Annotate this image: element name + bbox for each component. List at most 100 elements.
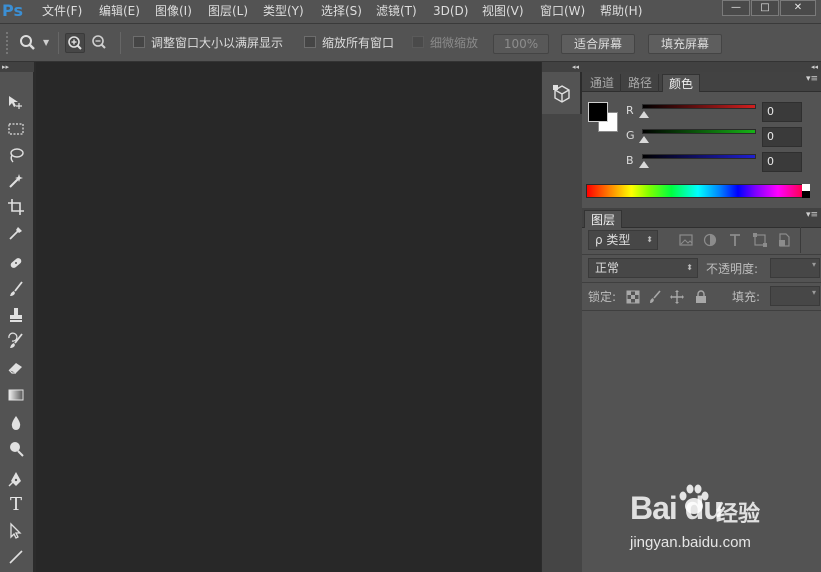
fit-screen-button[interactable]: 适合屏幕 bbox=[561, 34, 635, 54]
eraser-tool[interactable] bbox=[4, 356, 28, 378]
zoom-out-button[interactable] bbox=[90, 33, 110, 53]
zoom-all-windows-checkbox[interactable] bbox=[304, 36, 316, 48]
lock-transparency-icon[interactable] bbox=[626, 290, 640, 304]
adjustment-layer-filter-icon[interactable] bbox=[702, 232, 718, 248]
gradient-icon bbox=[8, 389, 24, 401]
brush-tool[interactable] bbox=[4, 278, 28, 300]
menu-help[interactable]: 帮助(H) bbox=[600, 0, 642, 22]
dock-empty-area bbox=[542, 114, 582, 572]
dodge-tool[interactable] bbox=[4, 438, 28, 460]
lasso-tool[interactable] bbox=[4, 144, 28, 166]
red-slider-thumb[interactable] bbox=[639, 111, 649, 118]
history-brush-icon bbox=[8, 332, 23, 348]
chevron-down-icon: ▾ bbox=[811, 288, 816, 297]
tab-channels[interactable]: 通道 bbox=[584, 74, 622, 92]
pen-tool[interactable] bbox=[4, 468, 28, 490]
tab-paths[interactable]: 路径 bbox=[622, 74, 660, 92]
green-value-input[interactable]: 0 bbox=[762, 127, 802, 147]
black-white-swatches[interactable] bbox=[802, 184, 810, 198]
tab-layers[interactable]: 图层 bbox=[584, 210, 623, 228]
opacity-input[interactable]: ▾ bbox=[770, 258, 820, 278]
move-tool[interactable] bbox=[4, 92, 28, 114]
divider bbox=[120, 32, 121, 54]
magic-wand-icon bbox=[9, 174, 23, 188]
resize-windows-label: 调整窗口大小以满屏显示 bbox=[151, 36, 284, 50]
lock-all-icon[interactable] bbox=[694, 290, 708, 304]
collapse-panels-button[interactable]: ◂◂ bbox=[582, 62, 821, 72]
type-layer-filter-icon[interactable] bbox=[727, 232, 743, 248]
line-tool[interactable] bbox=[4, 546, 28, 568]
scrubby-zoom-checkbox[interactable] bbox=[412, 36, 424, 48]
tool-preset-picker[interactable] bbox=[18, 33, 40, 53]
close-button[interactable]: ✕ bbox=[780, 0, 816, 16]
collapse-tools-button[interactable]: ▸▸ bbox=[0, 62, 34, 72]
panel-menu-icon[interactable]: ▾≡ bbox=[806, 210, 818, 220]
path-selection-tool[interactable] bbox=[4, 520, 28, 542]
lock-pixels-icon[interactable] bbox=[648, 290, 662, 304]
path-selection-icon bbox=[10, 522, 22, 539]
expand-dock-button[interactable]: ◂◂ bbox=[542, 62, 582, 72]
menu-window[interactable]: 窗口(W) bbox=[540, 0, 585, 22]
maximize-button[interactable]: □ bbox=[751, 0, 779, 16]
divider bbox=[582, 254, 821, 255]
menu-image[interactable]: 图像(I) bbox=[155, 0, 192, 22]
red-value-input[interactable]: 0 bbox=[762, 102, 802, 122]
options-grip bbox=[6, 32, 14, 54]
panel-menu-icon[interactable]: ▾≡ bbox=[806, 74, 818, 84]
blue-value-input[interactable]: 0 bbox=[762, 152, 802, 172]
pixel-layer-filter-icon[interactable] bbox=[678, 232, 694, 248]
tab-color[interactable]: 颜色 bbox=[662, 74, 701, 92]
blue-slider-track[interactable] bbox=[642, 154, 756, 159]
gradient-tool[interactable] bbox=[4, 384, 28, 406]
menu-bar: Ps 文件(F) 编辑(E) 图像(I) 图层(L) 类型(Y) 选择(S) 滤… bbox=[0, 0, 821, 24]
zoom-in-button[interactable] bbox=[65, 33, 85, 53]
fill-input[interactable]: ▾ bbox=[770, 286, 820, 306]
pen-icon bbox=[8, 472, 21, 487]
color-spectrum-ramp[interactable] bbox=[586, 184, 810, 198]
magic-wand-tool[interactable] bbox=[4, 170, 28, 192]
menu-layer[interactable]: 图层(L) bbox=[208, 0, 248, 22]
blur-tool[interactable] bbox=[4, 412, 28, 434]
green-slider-track[interactable] bbox=[642, 129, 756, 134]
blur-icon bbox=[11, 416, 21, 430]
menu-edit[interactable]: 编辑(E) bbox=[99, 0, 140, 22]
blue-slider-thumb[interactable] bbox=[639, 161, 649, 168]
menu-3d[interactable]: 3D(D) bbox=[433, 0, 468, 22]
zoom-out-icon bbox=[92, 35, 106, 49]
red-slider-track[interactable] bbox=[642, 104, 756, 109]
menu-select[interactable]: 选择(S) bbox=[321, 0, 362, 22]
shape-layer-filter-icon[interactable] bbox=[752, 232, 768, 248]
menu-view[interactable]: 视图(V) bbox=[482, 0, 524, 22]
foreground-color-swatch[interactable] bbox=[588, 102, 608, 122]
eyedropper-icon bbox=[9, 227, 22, 240]
chevron-down-icon: ▾ bbox=[811, 260, 816, 269]
collapsed-panel-dock: ◂◂ bbox=[541, 62, 582, 572]
right-panels: ◂◂ 通道 路径 颜色 ▾≡ R 0 G 0 B 0 图层 ▾≡ ρ 类型 ⬍ … bbox=[582, 62, 821, 572]
history-brush-tool[interactable] bbox=[4, 330, 28, 352]
history-panel-button[interactable] bbox=[552, 84, 572, 104]
minimize-button[interactable]: — bbox=[722, 0, 750, 16]
actual-pixels-button[interactable]: 100% bbox=[493, 34, 549, 54]
clone-stamp-tool[interactable] bbox=[4, 304, 28, 326]
menu-file[interactable]: 文件(F) bbox=[42, 0, 82, 22]
crop-tool[interactable] bbox=[4, 196, 28, 218]
blend-mode-select[interactable]: 正常 ⬍ bbox=[588, 258, 698, 278]
type-tool[interactable]: T bbox=[4, 494, 28, 516]
marquee-tool[interactable] bbox=[4, 118, 28, 140]
resize-windows-checkbox[interactable] bbox=[133, 36, 145, 48]
layer-filter-kind-select[interactable]: ρ 类型 ⬍ bbox=[588, 230, 658, 250]
menu-filter[interactable]: 滤镜(T) bbox=[376, 0, 417, 22]
healing-brush-tool[interactable] bbox=[4, 252, 28, 274]
smart-object-filter-icon[interactable] bbox=[776, 232, 792, 248]
menu-type[interactable]: 类型(Y) bbox=[263, 0, 304, 22]
document-canvas-area[interactable] bbox=[36, 62, 541, 572]
eyedropper-tool[interactable] bbox=[4, 222, 28, 244]
layers-list[interactable] bbox=[582, 312, 821, 572]
healing-brush-icon bbox=[10, 258, 22, 268]
photoshop-logo: Ps bbox=[2, 1, 23, 20]
red-channel-label: R bbox=[626, 104, 634, 117]
fill-screen-button[interactable]: 填充屏幕 bbox=[648, 34, 722, 54]
chevron-down-icon[interactable]: ▼ bbox=[43, 38, 49, 47]
green-slider-thumb[interactable] bbox=[639, 136, 649, 143]
lock-position-icon[interactable] bbox=[670, 290, 684, 304]
